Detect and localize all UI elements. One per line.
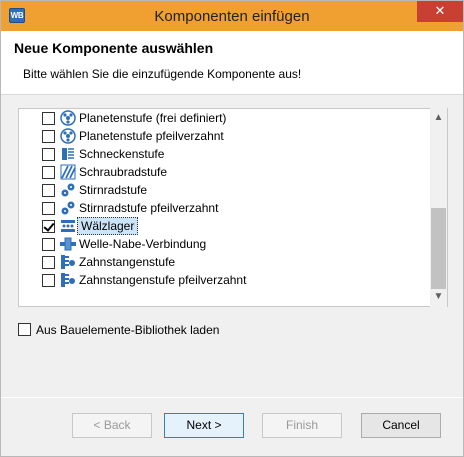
- helical-gear-icon: [60, 164, 76, 180]
- list-item-label: Wälzlager: [77, 217, 139, 235]
- dialog-window: WB Komponenten einfügen ✕ Neue Komponent…: [0, 0, 464, 457]
- scroll-thumb[interactable]: [431, 208, 446, 289]
- checkbox[interactable]: [42, 166, 55, 179]
- window-title: Komponenten einfügen: [154, 8, 310, 25]
- scroll-down-icon[interactable]: ▼: [430, 291, 447, 305]
- component-list[interactable]: Planetenstufe (frei definiert) Planetens…: [18, 108, 448, 307]
- list-item-selected[interactable]: Wälzlager: [42, 217, 422, 235]
- scroll-up-icon[interactable]: ▲: [430, 112, 447, 126]
- page-title: Neue Komponente auswählen: [14, 40, 214, 56]
- worm-gear-icon: [62, 148, 74, 160]
- checkbox[interactable]: [42, 112, 55, 125]
- checkbox[interactable]: [42, 238, 55, 251]
- list-item[interactable]: Zahnstangenstufe pfeilverzahnt: [42, 271, 422, 289]
- title-bar[interactable]: WB Komponenten einfügen ✕: [1, 1, 463, 31]
- shaft-hub-icon: [60, 237, 76, 251]
- checkbox[interactable]: [42, 202, 55, 215]
- list-item-label: Zahnstangenstufe pfeilverzahnt: [79, 273, 247, 287]
- planetary-gear-icon: [60, 128, 76, 144]
- spur-gear-icon: [61, 201, 75, 215]
- list-item[interactable]: Stirnradstufe pfeilverzahnt: [42, 199, 422, 217]
- divider: [1, 397, 463, 398]
- list-item-label: Schraubradstufe: [79, 165, 168, 179]
- list-item-label: Planetenstufe pfeilverzahnt: [79, 129, 224, 143]
- cancel-button[interactable]: Cancel: [361, 413, 441, 438]
- list-item[interactable]: Schraubradstufe: [42, 163, 422, 181]
- list-item[interactable]: Planetenstufe (frei definiert): [42, 109, 422, 127]
- library-option[interactable]: Aus Bauelemente-Bibliothek laden: [18, 321, 318, 339]
- list-item[interactable]: Welle-Nabe-Verbindung: [42, 235, 422, 253]
- vertical-scrollbar[interactable]: ▲ ▼: [430, 108, 447, 307]
- dialog-header: Neue Komponente auswählen Bitte wählen S…: [1, 31, 463, 95]
- checkbox[interactable]: [42, 130, 55, 143]
- list-item-label: Stirnradstufe pfeilverzahnt: [79, 201, 219, 215]
- list-item-label: Stirnradstufe: [79, 183, 148, 197]
- list-item[interactable]: Stirnradstufe: [42, 181, 422, 199]
- library-label: Aus Bauelemente-Bibliothek laden: [36, 323, 220, 337]
- checkbox[interactable]: [42, 148, 55, 161]
- list-item-label: Welle-Nabe-Verbindung: [79, 237, 207, 251]
- list-item[interactable]: Zahnstangenstufe: [42, 253, 422, 271]
- bearing-icon: [61, 220, 75, 232]
- list-item[interactable]: Planetenstufe pfeilverzahnt: [42, 127, 422, 145]
- list-item[interactable]: Schneckenstufe: [42, 145, 422, 163]
- checkbox-checked[interactable]: [42, 220, 55, 233]
- finish-button[interactable]: Finish: [262, 413, 342, 438]
- checkbox[interactable]: [42, 184, 55, 197]
- list-item-label: Schneckenstufe: [79, 147, 165, 161]
- list-item-label: Planetenstufe (frei definiert): [79, 111, 227, 125]
- close-button[interactable]: ✕: [417, 1, 463, 22]
- rack-gear-icon: [61, 255, 75, 269]
- rack-gear-icon: [61, 273, 75, 287]
- checkbox[interactable]: [42, 256, 55, 269]
- next-button[interactable]: Next >: [164, 413, 244, 438]
- close-icon: ✕: [434, 3, 446, 18]
- library-checkbox[interactable]: [18, 323, 31, 336]
- checkbox[interactable]: [42, 274, 55, 287]
- page-description: Bitte wählen Sie die einzufügende Kompon…: [23, 67, 302, 81]
- back-button[interactable]: < Back: [72, 413, 152, 438]
- list-item-label: Zahnstangenstufe: [79, 255, 176, 269]
- planetary-gear-icon: [60, 110, 76, 126]
- spur-gear-icon: [61, 183, 75, 197]
